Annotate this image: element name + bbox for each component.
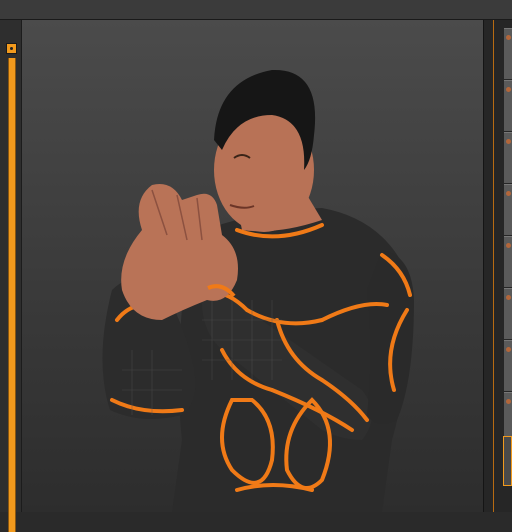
- thumbnail-item[interactable]: [504, 340, 512, 391]
- thumbnail-item[interactable]: [504, 236, 512, 287]
- left-panel-scrollbar[interactable]: [8, 58, 16, 532]
- thumbnail-item-selected[interactable]: [503, 436, 512, 486]
- left-side-panel: [0, 20, 22, 532]
- top-toolbar: [0, 0, 512, 20]
- figure-right-arm: [367, 250, 414, 424]
- thumbnail-item[interactable]: [504, 132, 512, 183]
- 3d-figure-icon: [102, 69, 414, 512]
- 3d-viewport[interactable]: [22, 20, 483, 512]
- right-panel-divider: [493, 20, 494, 512]
- thumbnail-item[interactable]: [504, 80, 512, 131]
- thumbnail-item[interactable]: [504, 28, 512, 79]
- thumbnail-item[interactable]: [504, 288, 512, 339]
- panel-toggle-icon[interactable]: [6, 43, 17, 54]
- thumbnail-item[interactable]: [504, 184, 512, 235]
